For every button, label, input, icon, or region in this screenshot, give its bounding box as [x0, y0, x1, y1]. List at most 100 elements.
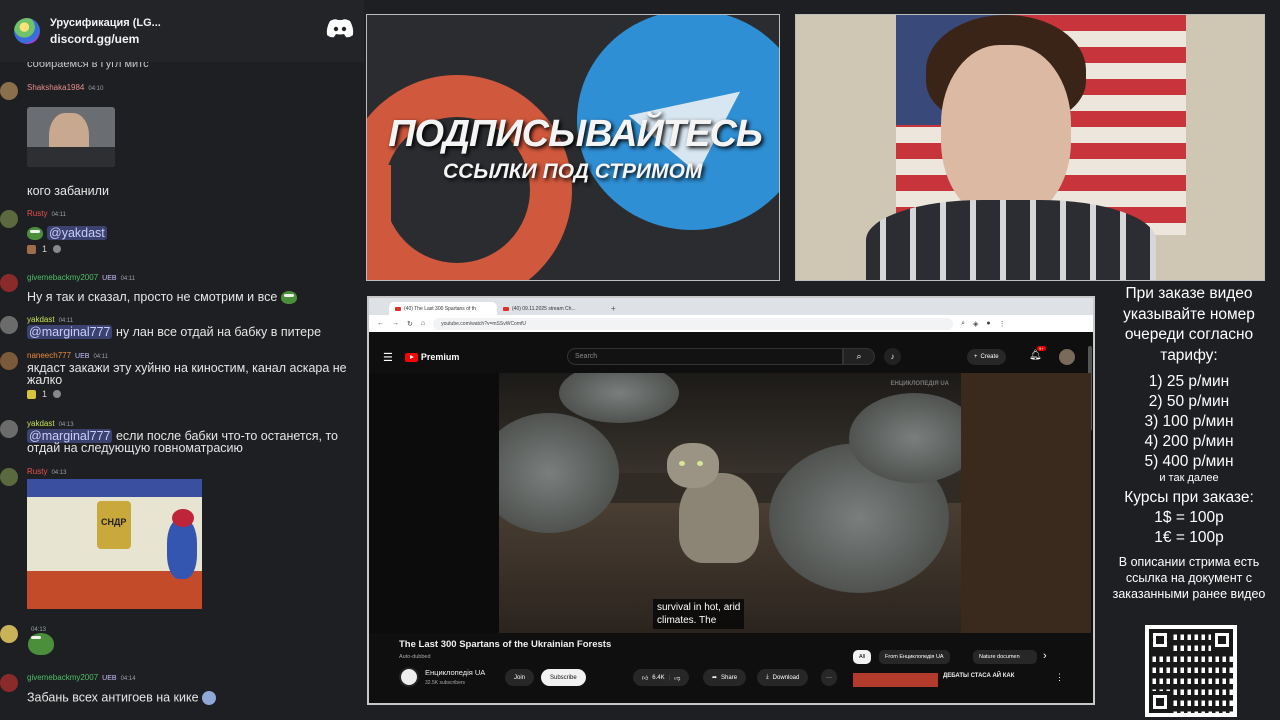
attached-image[interactable]: [27, 107, 115, 167]
avatar[interactable]: [0, 274, 18, 292]
auto-dubbed-label: Auto-dubbed: [399, 654, 431, 660]
youtube-favicon-icon: [395, 306, 401, 311]
username[interactable]: yakdast 04:11: [27, 315, 73, 324]
username[interactable]: yakdast 04:13: [27, 419, 74, 428]
username[interactable]: naneech777 UEB 04:11: [27, 351, 108, 360]
like-button[interactable]: 👍︎ 6.4K | 👎︎: [633, 669, 690, 686]
browser-tab[interactable]: (40) 09.11.2025 stream Ch...: [497, 302, 605, 315]
username[interactable]: 04:13: [27, 624, 46, 633]
tariff-list: 1) 25 р/мин 2) 50 р/мин 3) 100 р/мин 4) …: [1144, 373, 1234, 470]
message-text: кого забанили: [27, 184, 109, 198]
recommended-thumbnail[interactable]: [853, 673, 938, 687]
recommended-title[interactable]: ДЕБАТЫ СТАСА АЙ КАК: [943, 673, 1014, 679]
channel-name[interactable]: Енциклопедія UA: [425, 668, 485, 677]
reload-icon[interactable]: ↻: [407, 320, 413, 328]
order-instructions: При заказе видео указывайте номер очеред…: [1123, 285, 1255, 364]
youtube-favicon-icon: [503, 306, 509, 311]
subscribe-button[interactable]: Subscribe: [541, 669, 586, 686]
mention[interactable]: @marginal777: [27, 325, 113, 339]
forward-icon[interactable]: →: [392, 320, 399, 327]
username[interactable]: Rusty 04:11: [27, 209, 66, 218]
hamburger-menu-icon[interactable]: ☰: [383, 351, 393, 364]
video-player[interactable]: ЕНЦИКЛОПЕДІЯ UA survival in hot, arid cli…: [499, 373, 961, 633]
browser-window: (40) The Last 300 Spartans of th (40) 09…: [367, 296, 1095, 705]
avatar[interactable]: [0, 468, 18, 486]
reaction[interactable]: 1: [27, 244, 62, 254]
reaction-emoji-icon: [27, 389, 36, 399]
webcam-feed: [795, 14, 1265, 281]
order-info-panel: При заказе видео указывайте номер очеред…: [1100, 284, 1278, 602]
username[interactable]: Rusty 04:13: [27, 467, 66, 476]
share-button[interactable]: ➦ Share: [703, 669, 747, 686]
back-icon[interactable]: ←: [377, 320, 384, 327]
channel-avatar[interactable]: [399, 667, 419, 687]
zoom-icon[interactable]: ⌕: [961, 320, 965, 328]
rates-heading: Курсы при заказе:: [1124, 489, 1254, 506]
more-actions-button[interactable]: ···: [821, 669, 837, 686]
avatar[interactable]: [0, 352, 18, 370]
message-text: @marginal777 если после бабки что-то ост…: [27, 429, 339, 455]
face-emoji-icon: [202, 691, 217, 705]
join-button[interactable]: Join: [505, 669, 535, 686]
pepe-emoji-icon: [27, 227, 43, 241]
channel-watermark: ЕНЦИКЛОПЕДІЯ UA: [890, 381, 949, 387]
tariff-etc: и так далее: [1159, 472, 1219, 484]
youtube-logo[interactable]: Premium: [404, 352, 459, 362]
search-input[interactable]: Search: [567, 348, 843, 365]
avatar[interactable]: [0, 210, 18, 228]
thumbs-up-icon: 👍︎: [642, 675, 649, 682]
account-avatar[interactable]: [1059, 349, 1075, 365]
role-badge: UEB: [102, 675, 117, 682]
video-title: The Last 300 Spartans of the Ukrainian F…: [399, 639, 612, 650]
role-badge: UEB: [102, 275, 117, 282]
profile-icon[interactable]: ●: [986, 320, 990, 327]
timestamp: 04:11: [58, 318, 74, 324]
voice-search-icon[interactable]: ♪: [884, 348, 901, 365]
browser-tab-active[interactable]: (40) The Last 300 Spartans of th: [389, 302, 497, 315]
extensions-icon[interactable]: ◈: [973, 320, 978, 328]
search-button[interactable]: ⌕: [843, 348, 875, 365]
timestamp: 04:11: [120, 276, 136, 282]
message-text: @yakdast: [27, 226, 107, 241]
server-title: Урусификация (LG...: [50, 16, 161, 29]
avatar[interactable]: [0, 316, 18, 334]
avatar[interactable]: [0, 625, 18, 643]
reaction[interactable]: 1: [27, 389, 62, 399]
avatar[interactable]: [0, 674, 18, 692]
mention[interactable]: @yakdast: [47, 226, 107, 240]
address-bar-row: ← → ↻ ⌂ youtube.com/watch?v=mSSvWComfU ⌕…: [369, 315, 1093, 332]
avatar[interactable]: [0, 420, 18, 438]
qr-code[interactable]: [1145, 625, 1237, 717]
create-button[interactable]: + Create: [967, 349, 1006, 365]
promo-subline: ССЫЛКИ ПОД СТРИМОМ: [443, 160, 703, 183]
description-note: В описании стрима есть ссылка на докумен…: [1112, 555, 1266, 601]
menu-icon[interactable]: ⋮: [999, 320, 1006, 328]
subscribe-promo-banner: ПОДПИСЫВАЙТЕСЬ ССЫЛКИ ПОД СТРИМОМ: [366, 14, 780, 281]
new-tab-button[interactable]: +: [605, 304, 622, 313]
rate-usd: 1$ = 100р: [1154, 509, 1224, 526]
promo-headline: ПОДПИСЫВАЙТЕСЬ: [388, 113, 763, 155]
username[interactable]: givemebackmy2007 UEB 04:14: [27, 673, 136, 682]
tab-strip: (40) The Last 300 Spartans of th (40) 09…: [369, 298, 1093, 315]
chevron-right-icon[interactable]: ›: [1043, 650, 1047, 662]
notifications-bell-icon[interactable]: 🔔︎: [1029, 350, 1042, 361]
chat-header: Урусификация (LG... discord.gg/uem: [0, 0, 364, 62]
chip-nature[interactable]: Nature documen: [973, 650, 1037, 664]
message-text: Ну я так и сказал, просто не смотрим и в…: [27, 291, 297, 305]
username[interactable]: Shakshaka1984 04:10: [27, 83, 103, 92]
timestamp: 04:14: [120, 676, 136, 682]
search-icon: ⌕: [856, 351, 862, 361]
username[interactable]: givemebackmy2007 UEB 04:11: [27, 273, 135, 282]
chip-all[interactable]: All: [853, 650, 872, 664]
chip-channel[interactable]: From Енциклопедія UA: [879, 650, 950, 664]
reaction-emoji-icon: [27, 244, 36, 254]
invite-link[interactable]: discord.gg/uem: [50, 32, 161, 46]
timestamp: 04:13: [51, 470, 67, 476]
recommended-menu-icon[interactable]: ⋮: [1055, 672, 1064, 683]
url-field[interactable]: youtube.com/watch?v=mSSvWComfU: [433, 317, 954, 330]
plus-icon: +: [974, 354, 978, 360]
attached-image[interactable]: СНДР: [27, 479, 202, 609]
home-icon[interactable]: ⌂: [421, 320, 425, 327]
download-button[interactable]: ⤓ Download: [757, 669, 809, 686]
avatar[interactable]: [0, 82, 18, 100]
